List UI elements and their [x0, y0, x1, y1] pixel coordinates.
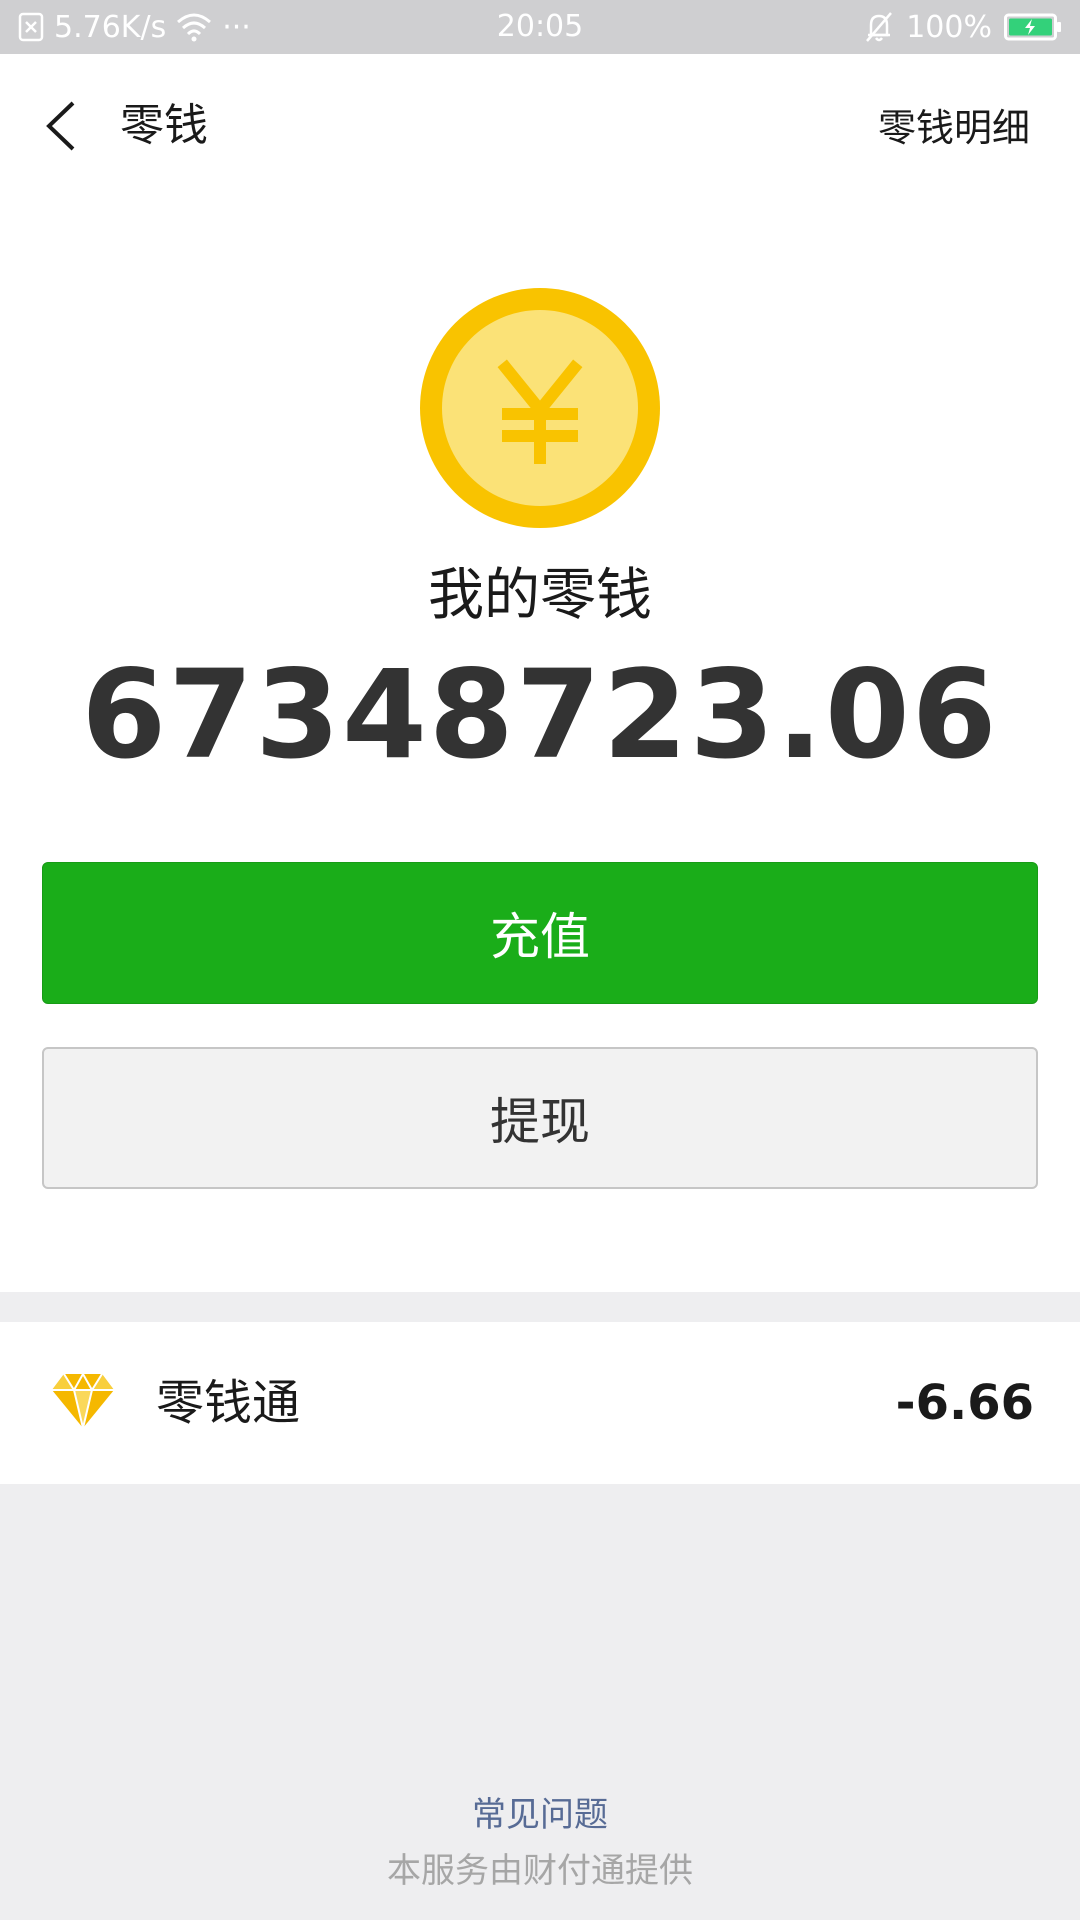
- status-bar: 5.76K/s ··· 20:05 100%: [0, 0, 1080, 54]
- status-bar-right: 100%: [852, 0, 1062, 54]
- network-speed: 5.76K/s: [54, 9, 167, 45]
- yuan-coin-icon: [420, 288, 660, 528]
- back-chevron-icon: [46, 101, 75, 151]
- status-bar-left: 5.76K/s ···: [18, 0, 261, 54]
- bell-off-icon: [864, 11, 894, 43]
- withdraw-button[interactable]: 提现: [42, 1047, 1038, 1189]
- balance-label: 我的零钱: [428, 563, 652, 628]
- back-button[interactable]: [38, 96, 82, 156]
- change-detail-link[interactable]: 零钱明细: [878, 98, 1030, 158]
- wallet-screen: 5.76K/s ··· 20:05 100% 零钱 零钱明细 我的零钱 6734…: [0, 0, 1080, 1920]
- faq-link[interactable]: 常见问题: [0, 1790, 1080, 1840]
- diamond-icon: [50, 1370, 116, 1432]
- lingqiantong-label: 零钱通: [156, 1375, 301, 1431]
- page-title: 零钱: [120, 100, 208, 151]
- provider-text: 本服务由财付通提供: [387, 1851, 693, 1891]
- recharge-button[interactable]: 充值: [42, 862, 1038, 1004]
- balance-amount: 67348723.06: [81, 644, 999, 786]
- sim-off-icon: [18, 12, 44, 42]
- lingqiantong-value: -6.66: [895, 1375, 1034, 1431]
- lingqiantong-row[interactable]: 零钱通 -6.66: [0, 1322, 1080, 1484]
- battery-charging-icon: [1004, 13, 1062, 41]
- battery-percent: 100%: [906, 9, 992, 45]
- more-dots: ···: [222, 9, 251, 45]
- wifi-icon: [176, 12, 212, 42]
